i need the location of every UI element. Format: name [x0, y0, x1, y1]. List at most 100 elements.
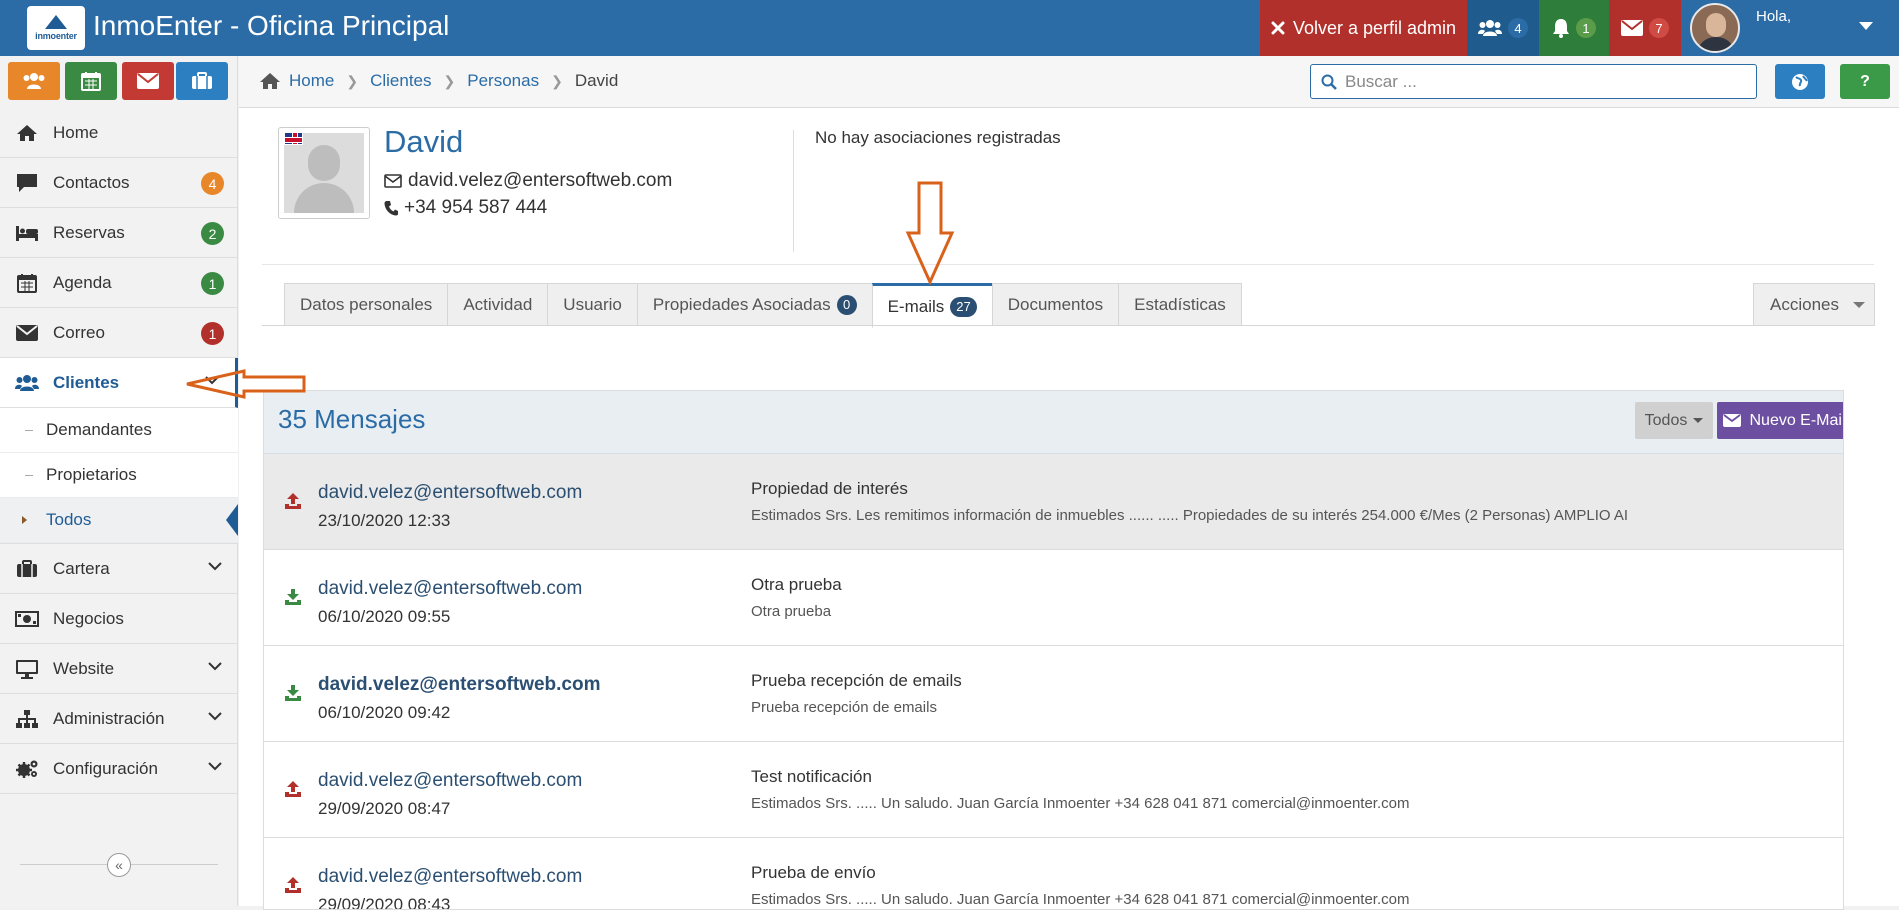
- message-preview: Estimados Srs. Les remitimos información…: [751, 507, 1629, 524]
- user-menu[interactable]: Hola,: [1681, 0, 1899, 56]
- new-email-label: Nuevo E-Mail: [1749, 411, 1844, 429]
- breadcrumb-separator-icon: ❯: [551, 72, 563, 89]
- actions-dropdown[interactable]: Acciones: [1753, 283, 1875, 326]
- messages-count-badge: 7: [1649, 18, 1669, 38]
- sidebar-item-administracion[interactable]: Administración: [0, 694, 238, 744]
- message-subject[interactable]: Prueba recepción de emails: [751, 671, 962, 691]
- message-preview: Prueba recepción de emails: [751, 699, 937, 716]
- sidebar-item-agenda[interactable]: Agenda 1: [0, 258, 238, 308]
- breadcrumb-separator-icon: ❯: [346, 72, 359, 89]
- message-subject[interactable]: Prueba de envío: [751, 863, 876, 883]
- tab-estadisticas[interactable]: Estadísticas: [1118, 283, 1242, 326]
- quick-calendar-button[interactable]: [65, 62, 117, 100]
- sidebar-subitem-propietarios[interactable]: Propietarios: [0, 453, 238, 498]
- brand-logo[interactable]: inmoenter: [27, 6, 85, 50]
- search-box[interactable]: [1310, 64, 1757, 99]
- notifications-button[interactable]: 1: [1539, 0, 1609, 56]
- tabs-baseline: [262, 325, 1874, 326]
- new-email-button[interactable]: Nuevo E-Mail: [1717, 402, 1844, 439]
- breadcrumb-home[interactable]: Home: [289, 71, 334, 91]
- breadcrumb-personas[interactable]: Personas: [467, 71, 539, 91]
- message-row[interactable]: david.velez@entersoftweb.com 29/09/2020 …: [264, 838, 1843, 909]
- sidebar-item-contactos[interactable]: Contactos 4: [0, 158, 238, 208]
- sidebar-item-label: Administración: [53, 708, 165, 728]
- message-from[interactable]: david.velez@entersoftweb.com: [318, 770, 582, 792]
- caret-down-icon[interactable]: [1859, 22, 1873, 30]
- sidebar-item-label: Clientes: [53, 372, 120, 392]
- user-greeting: Hola,: [1756, 8, 1792, 25]
- main-menu: Home Contactos 4 Reservas 2 Agenda 1 Cor…: [0, 108, 238, 794]
- sidebar-item-cartera[interactable]: Cartera: [0, 544, 238, 594]
- tab-datos-personales[interactable]: Datos personales: [284, 283, 448, 326]
- message-from[interactable]: david.velez@entersoftweb.com: [318, 578, 582, 600]
- sidebar-item-negocios[interactable]: Negocios: [0, 594, 238, 644]
- sidebar-item-configuracion[interactable]: Configuración: [0, 744, 238, 794]
- sidebar-item-home[interactable]: Home: [0, 108, 238, 158]
- message-subject[interactable]: Otra prueba: [751, 575, 842, 595]
- users-count-badge: 4: [1508, 18, 1528, 38]
- sidebar-subitem-demandantes[interactable]: Demandantes: [0, 408, 238, 453]
- message-from[interactable]: david.velez@entersoftweb.com: [318, 674, 601, 696]
- sidebar-item-label: Contactos: [53, 172, 130, 192]
- bed-icon: [14, 222, 40, 244]
- help-button[interactable]: ?: [1840, 64, 1890, 99]
- tab-usuario[interactable]: Usuario: [547, 283, 637, 326]
- download-icon: [284, 588, 302, 606]
- back-to-admin-button[interactable]: Volver a perfil admin: [1260, 0, 1467, 56]
- sidebar-item-reservas[interactable]: Reservas 2: [0, 208, 238, 258]
- collapse-sidebar-icon[interactable]: «: [107, 853, 131, 877]
- tab-actividad[interactable]: Actividad: [447, 283, 548, 326]
- tab-documentos[interactable]: Documentos: [991, 283, 1119, 326]
- tab-propiedades-asociadas[interactable]: Propiedades Asociadas 0: [636, 283, 872, 326]
- quick-actions: [8, 62, 228, 102]
- notifications-count-badge: 1: [1576, 18, 1596, 38]
- message-row[interactable]: david.velez@entersoftweb.com 06/10/2020 …: [264, 550, 1843, 646]
- chevron-down-icon[interactable]: [208, 712, 222, 721]
- reservas-badge: 2: [201, 222, 224, 245]
- home-icon[interactable]: [259, 72, 281, 90]
- vertical-divider: [793, 130, 794, 252]
- envelope-icon: [14, 322, 40, 344]
- filter-dropdown[interactable]: Todos: [1635, 402, 1713, 439]
- sidebar-item-correo[interactable]: Correo 1: [0, 308, 238, 358]
- contact-email[interactable]: david.velez@entersoftweb.com: [384, 170, 672, 192]
- message-row[interactable]: david.velez@entersoftweb.com 29/09/2020 …: [264, 742, 1843, 838]
- users-button[interactable]: 4: [1467, 0, 1539, 56]
- horizontal-divider: [262, 264, 1874, 265]
- message-subject[interactable]: Test notificación: [751, 767, 872, 787]
- message-from[interactable]: david.velez@entersoftweb.com: [318, 866, 582, 888]
- sidebar-item-website[interactable]: Website: [0, 644, 238, 694]
- search-input[interactable]: [1345, 71, 1745, 92]
- sitemap-icon: [14, 708, 40, 730]
- avatar[interactable]: [1690, 3, 1740, 53]
- messages-button[interactable]: 7: [1609, 0, 1681, 56]
- quick-contacts-button[interactable]: [8, 62, 60, 100]
- upload-icon: [284, 780, 302, 798]
- globe-button[interactable]: [1775, 64, 1825, 99]
- message-date: 06/10/2020 09:42: [318, 703, 451, 722]
- caret-down-icon: [1693, 418, 1704, 423]
- chevron-down-icon[interactable]: [208, 562, 222, 571]
- messages-panel: 35 Mensajes Todos Nuevo E-Mail david.vel…: [263, 390, 1844, 910]
- tab-label: Actividad: [463, 294, 533, 314]
- message-subject[interactable]: Propiedad de interés: [751, 479, 908, 499]
- sidebar-item-label: Reservas: [53, 222, 125, 242]
- quick-email-button[interactable]: [122, 62, 174, 100]
- tab-emails[interactable]: E-mails 27: [871, 283, 992, 328]
- contactos-badge: 4: [201, 172, 224, 195]
- message-from[interactable]: david.velez@entersoftweb.com: [318, 482, 582, 504]
- upload-icon: [284, 492, 302, 510]
- sidebar-subitem-todos[interactable]: Todos: [0, 498, 238, 543]
- quick-portfolio-button[interactable]: [176, 62, 228, 100]
- chevron-down-icon[interactable]: [208, 762, 222, 771]
- briefcase-icon: [191, 72, 213, 90]
- active-marker: [226, 504, 238, 536]
- sidebar-item-label: Correo: [53, 322, 105, 342]
- contact-phone[interactable]: +34 954 587 444: [384, 197, 547, 219]
- chevron-down-icon[interactable]: [208, 662, 222, 671]
- message-row[interactable]: david.velez@entersoftweb.com 23/10/2020 …: [264, 454, 1843, 550]
- message-row[interactable]: david.velez@entersoftweb.com 06/10/2020 …: [264, 646, 1843, 742]
- breadcrumb-clientes[interactable]: Clientes: [370, 71, 431, 91]
- envelope-icon: [137, 73, 159, 89]
- tab-label: Estadísticas: [1134, 294, 1226, 314]
